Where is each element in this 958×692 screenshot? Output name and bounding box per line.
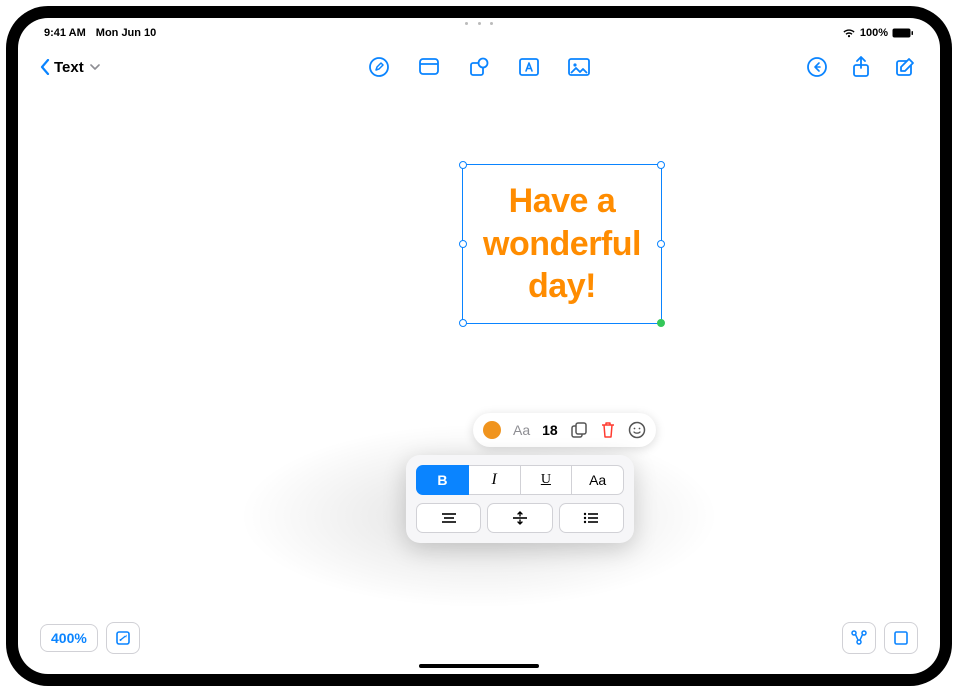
share-button[interactable] [848, 54, 874, 80]
undo-button[interactable] [804, 54, 830, 80]
compose-button[interactable] [892, 54, 918, 80]
resize-handle-tr[interactable] [657, 161, 665, 169]
text-context-toolbar: Aa 18 [473, 413, 656, 447]
text-tool-button[interactable] [516, 54, 542, 80]
text-color-swatch[interactable] [483, 421, 501, 439]
status-bar: 9:41 AM Mon Jun 10 100% [18, 24, 940, 42]
align-vertical-button[interactable] [487, 503, 552, 533]
selected-text-box[interactable]: Have a wonderful day! [462, 164, 662, 324]
ipad-frame: 9:41 AM Mon Jun 10 100% Text [6, 6, 952, 686]
zoom-level-button[interactable]: 400% [40, 624, 98, 652]
sticky-note-button[interactable] [416, 54, 442, 80]
canvas[interactable]: Have a wonderful day! Aa 18 [18, 86, 940, 674]
wifi-icon [842, 28, 856, 38]
navigator-button[interactable] [106, 622, 140, 654]
back-button[interactable]: Text [40, 59, 100, 76]
list-button[interactable] [559, 503, 624, 533]
resize-handle-mr[interactable] [657, 240, 665, 248]
chevron-down-icon [90, 64, 100, 70]
align-horizontal-button[interactable] [416, 503, 481, 533]
status-battery-text: 100% [860, 27, 888, 39]
status-date: Mon Jun 10 [96, 27, 157, 39]
duplicate-button[interactable] [570, 421, 588, 439]
chevron-left-icon [40, 59, 50, 75]
resize-handle-bl[interactable] [459, 319, 467, 327]
text-box-content[interactable]: Have a wonderful day! [463, 180, 661, 308]
text-case-button[interactable]: Aa [572, 465, 624, 495]
image-tool-button[interactable] [566, 54, 592, 80]
delete-button[interactable] [600, 421, 616, 439]
back-label: Text [54, 59, 84, 76]
underline-button[interactable]: U [521, 465, 573, 495]
battery-icon [892, 28, 914, 38]
screen: 9:41 AM Mon Jun 10 100% Text [18, 18, 940, 674]
top-toolbar: Text [18, 48, 940, 86]
home-indicator[interactable] [419, 664, 539, 668]
resize-handle-br[interactable] [657, 319, 665, 327]
minimap-button[interactable] [884, 622, 918, 654]
pen-tool-button[interactable] [366, 54, 392, 80]
share-collaborate-button[interactable] [842, 622, 876, 654]
shape-tool-button[interactable] [466, 54, 492, 80]
italic-button[interactable]: I [469, 465, 521, 495]
bold-button[interactable]: B [416, 465, 469, 495]
resize-handle-ml[interactable] [459, 240, 467, 248]
resize-handle-tl[interactable] [459, 161, 467, 169]
font-picker-button[interactable]: Aa [513, 422, 530, 438]
status-time: 9:41 AM [44, 27, 86, 39]
font-size-button[interactable]: 18 [542, 422, 558, 438]
more-emoji-button[interactable] [628, 421, 646, 439]
text-format-panel: B I U Aa [406, 455, 634, 543]
